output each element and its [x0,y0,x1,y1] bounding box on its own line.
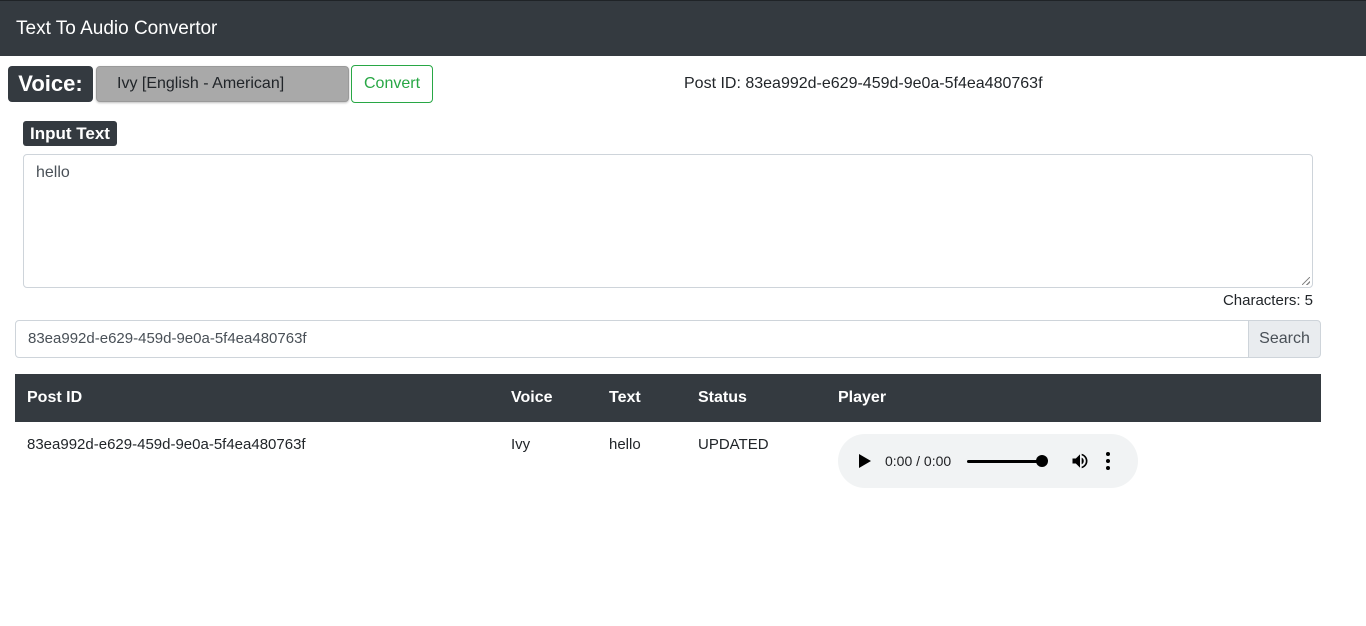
character-count: Characters: 5 [1222,292,1313,309]
volume-slider-thumb[interactable] [1036,455,1048,467]
app-title[interactable]: Text To Audio Convertor [16,18,217,40]
cell-status: UPDATED [698,436,769,453]
cell-voice: Ivy [511,436,531,453]
results-table: Post ID Voice Text Status Player 83ea992… [15,374,1321,494]
volume-slider-track[interactable] [967,460,1043,463]
audio-player[interactable]: 0:00 / 0:00 [838,434,1138,488]
column-header-status: Status [698,389,747,406]
convert-button[interactable]: Convert [351,65,433,103]
column-header-player: Player [838,389,887,406]
post-id-display: Post ID: 83ea992d-e629-459d-9e0a-5f4ea48… [684,75,1043,92]
cell-post-id: 83ea992d-e629-459d-9e0a-5f4ea480763f [27,436,306,453]
column-header-text: Text [609,389,641,406]
input-text-label: Input Text [23,121,117,146]
more-vert-icon[interactable] [1106,452,1110,470]
search-button[interactable]: Search [1248,320,1321,358]
input-text-value: hello [36,164,70,181]
table-header: Post ID Voice Text Status Player [15,374,1321,422]
input-textarea[interactable]: hello [23,154,1313,288]
search-input[interactable]: 83ea992d-e629-459d-9e0a-5f4ea480763f [15,320,1249,358]
play-icon[interactable] [859,454,871,468]
column-header-post-id: Post ID [27,389,83,406]
volume-icon[interactable] [1070,451,1090,471]
cell-text: hello [609,436,641,453]
table-row: 83ea992d-e629-459d-9e0a-5f4ea480763f Ivy… [15,422,1321,494]
resize-handle-icon[interactable] [1302,277,1310,285]
column-header-voice: Voice [511,389,553,406]
audio-time: 0:00 / 0:00 [885,453,952,469]
navbar: Text To Audio Convertor [0,0,1366,56]
voice-label: Voice: [8,66,93,102]
voice-select[interactable]: Ivy [English - American] [96,66,349,102]
